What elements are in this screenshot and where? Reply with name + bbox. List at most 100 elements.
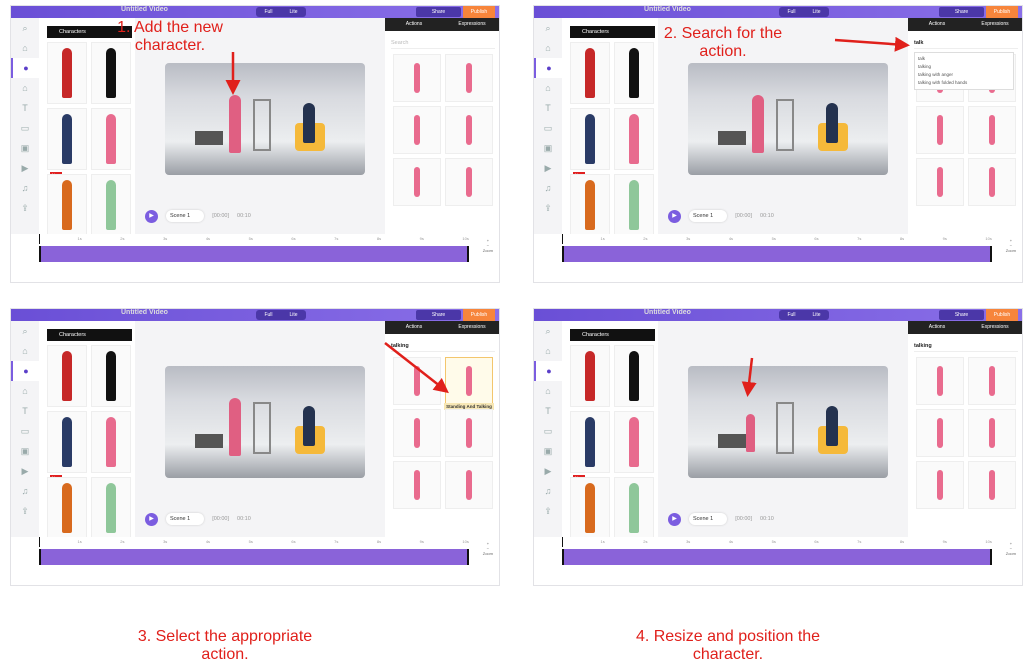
publish-button[interactable]: Publish bbox=[463, 6, 495, 18]
character-thumbnail[interactable]: New bbox=[570, 108, 610, 177]
publish-button[interactable]: Publish bbox=[986, 6, 1018, 18]
character-thumbnail[interactable] bbox=[614, 108, 654, 170]
action-search-input[interactable]: Search bbox=[391, 37, 495, 49]
character-thumbnail[interactable] bbox=[91, 108, 131, 170]
mode-option[interactable]: Full bbox=[256, 310, 281, 320]
video-icon[interactable]: ▶ bbox=[534, 158, 562, 178]
mode-toggle[interactable]: Full Lite bbox=[256, 310, 306, 320]
mode-option[interactable]: Lite bbox=[804, 310, 829, 320]
character-track[interactable] bbox=[562, 246, 992, 262]
play-button[interactable]: ▶ bbox=[145, 512, 158, 526]
playhead[interactable] bbox=[562, 537, 568, 547]
action-thumbnail[interactable] bbox=[916, 158, 964, 206]
scene-icon[interactable]: ⌂ bbox=[11, 38, 39, 58]
text-icon[interactable]: T bbox=[534, 401, 562, 421]
suggestion-item[interactable]: talk bbox=[918, 55, 1010, 63]
prop-icon[interactable]: ⌂ bbox=[534, 381, 562, 401]
character-thumbnail[interactable] bbox=[91, 411, 131, 473]
character-track[interactable] bbox=[39, 549, 469, 565]
scene-canvas[interactable] bbox=[165, 366, 365, 478]
playhead[interactable] bbox=[562, 234, 568, 244]
mode-option[interactable]: Lite bbox=[804, 7, 829, 17]
mode-toggle[interactable]: Full Lite bbox=[779, 310, 829, 320]
character-thumbnail[interactable] bbox=[570, 345, 610, 407]
mode-option[interactable]: Lite bbox=[281, 7, 306, 17]
music-icon[interactable]: ♫ bbox=[534, 481, 562, 501]
selected-character[interactable] bbox=[752, 95, 764, 153]
tab-actions[interactable]: Actions bbox=[385, 18, 443, 31]
action-thumbnail[interactable] bbox=[393, 357, 441, 405]
action-thumbnail[interactable] bbox=[916, 461, 964, 509]
action-thumbnail[interactable] bbox=[445, 409, 493, 457]
video-icon[interactable]: ▶ bbox=[11, 461, 39, 481]
upload-icon[interactable]: ⇪ bbox=[534, 501, 562, 521]
text-icon[interactable]: T bbox=[11, 401, 39, 421]
tab-expressions[interactable]: Expressions bbox=[966, 321, 1022, 334]
image-icon[interactable]: ▣ bbox=[534, 441, 562, 461]
character-thumbnail[interactable]: New bbox=[47, 411, 87, 480]
character-thumbnail[interactable] bbox=[614, 411, 654, 473]
play-button[interactable]: ▶ bbox=[668, 209, 681, 223]
characters-tab[interactable]: Characters bbox=[570, 329, 655, 341]
music-icon[interactable]: ♫ bbox=[11, 481, 39, 501]
tab-expressions[interactable]: Expressions bbox=[966, 18, 1022, 31]
upload-icon[interactable]: ⇪ bbox=[11, 501, 39, 521]
action-thumbnail[interactable]: Standing And Talking bbox=[444, 357, 494, 410]
character-thumbnail[interactable]: New bbox=[91, 477, 131, 546]
character-thumbnail[interactable] bbox=[570, 42, 610, 104]
action-thumbnail[interactable] bbox=[916, 106, 964, 154]
image-icon[interactable]: ▣ bbox=[534, 138, 562, 158]
action-thumbnail[interactable] bbox=[916, 357, 964, 405]
text-icon[interactable]: T bbox=[11, 98, 39, 118]
action-thumbnail[interactable] bbox=[393, 461, 441, 509]
action-thumbnail[interactable] bbox=[393, 409, 441, 457]
caption-icon[interactable]: ▭ bbox=[534, 421, 562, 441]
scene-canvas[interactable] bbox=[688, 63, 888, 175]
character-thumbnail[interactable] bbox=[47, 42, 87, 104]
tab-actions[interactable]: Actions bbox=[908, 18, 966, 31]
character-icon[interactable]: ● bbox=[534, 58, 562, 78]
text-icon[interactable]: T bbox=[534, 98, 562, 118]
image-icon[interactable]: ▣ bbox=[11, 138, 39, 158]
upload-icon[interactable]: ⇪ bbox=[11, 198, 39, 218]
publish-button[interactable]: Publish bbox=[986, 309, 1018, 321]
character-thumbnail[interactable]: New bbox=[47, 108, 87, 177]
mode-option[interactable]: Full bbox=[256, 7, 281, 17]
prop-icon[interactable]: ⌂ bbox=[534, 78, 562, 98]
characters-tab[interactable]: Characters bbox=[570, 26, 655, 38]
selected-character[interactable] bbox=[229, 398, 241, 456]
search-icon[interactable]: ⌕ bbox=[534, 321, 562, 341]
zoom-control[interactable]: + − Zoom bbox=[483, 541, 493, 556]
character-thumbnail[interactable]: New bbox=[91, 174, 131, 243]
character-thumbnail[interactable]: New bbox=[614, 477, 654, 546]
search-icon[interactable]: ⌕ bbox=[534, 18, 562, 38]
caption-icon[interactable]: ▭ bbox=[534, 118, 562, 138]
character-icon[interactable]: ● bbox=[11, 361, 39, 381]
zoom-control[interactable]: + − Zoom bbox=[483, 238, 493, 253]
playhead[interactable] bbox=[39, 234, 45, 244]
character-thumbnail[interactable] bbox=[91, 345, 131, 407]
action-search-input[interactable]: talking bbox=[914, 340, 1018, 352]
character-thumbnail[interactable] bbox=[614, 42, 654, 104]
share-button[interactable]: Share bbox=[416, 310, 461, 320]
upload-icon[interactable]: ⇪ bbox=[534, 198, 562, 218]
tab-actions[interactable]: Actions bbox=[908, 321, 966, 334]
mode-toggle[interactable]: Full Lite bbox=[256, 7, 306, 17]
search-icon[interactable]: ⌕ bbox=[11, 18, 39, 38]
prop-icon[interactable]: ⌂ bbox=[11, 381, 39, 401]
character-thumbnail[interactable]: New bbox=[47, 477, 87, 546]
mode-option[interactable]: Full bbox=[779, 7, 804, 17]
action-thumbnail[interactable] bbox=[968, 106, 1016, 154]
scene-icon[interactable]: ⌂ bbox=[534, 341, 562, 361]
action-thumbnail[interactable] bbox=[393, 54, 441, 102]
character-track[interactable] bbox=[39, 246, 469, 262]
action-search-input[interactable]: talk bbox=[914, 37, 1018, 49]
share-button[interactable]: Share bbox=[939, 7, 984, 17]
scene-selector[interactable]: Scene 1 bbox=[689, 513, 728, 525]
suggestion-item[interactable]: talking with folded hands bbox=[918, 79, 1010, 87]
character-track[interactable] bbox=[562, 549, 992, 565]
search-icon[interactable]: ⌕ bbox=[11, 321, 39, 341]
selected-character[interactable] bbox=[229, 95, 241, 153]
action-thumbnail[interactable] bbox=[445, 54, 493, 102]
zoom-control[interactable]: + − Zoom bbox=[1006, 541, 1016, 556]
